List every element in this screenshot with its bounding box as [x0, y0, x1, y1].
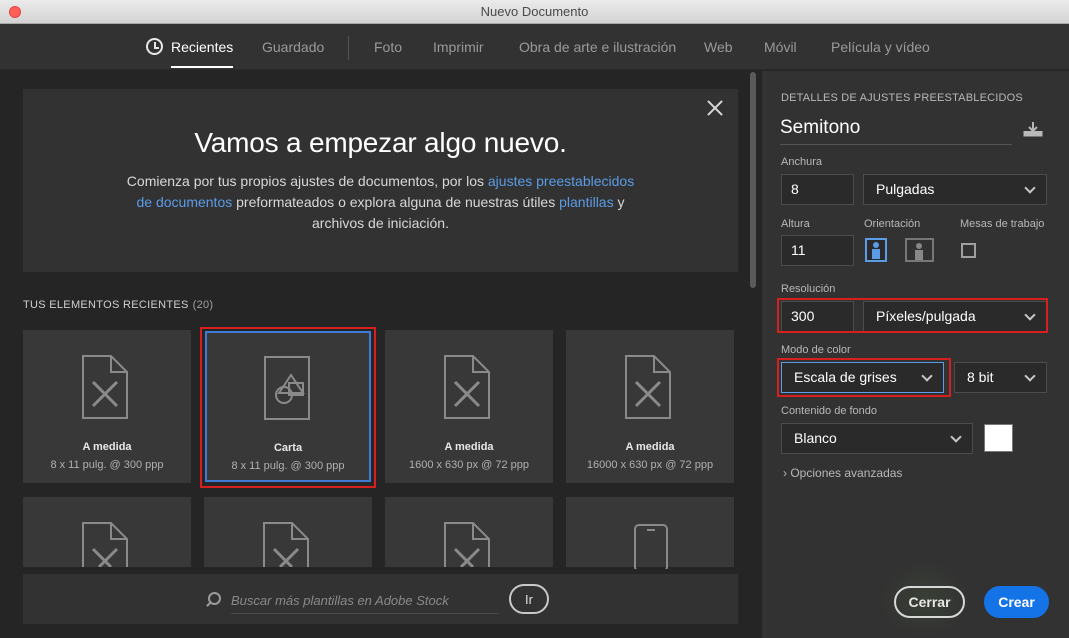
height-label: Altura — [781, 218, 810, 230]
color-mode-label: Modo de color — [781, 344, 851, 356]
item-name: A medida — [82, 441, 132, 453]
chevron-down-icon — [950, 431, 962, 443]
portrait-orientation-button[interactable] — [865, 238, 887, 262]
recent-item-a-medida[interactable]: A medida 8 x 11 pulg. @ 300 ppp — [23, 330, 191, 483]
chevron-down-icon — [1024, 309, 1036, 321]
background-label: Contenido de fondo — [781, 405, 878, 417]
tab-imprimir[interactable]: Imprimir — [433, 24, 484, 70]
scrollbar-thumb[interactable] — [750, 72, 756, 288]
stock-search-bar: Ir — [23, 574, 738, 624]
resolution-unit-select[interactable]: Píxeles/pulgada — [863, 301, 1047, 332]
landscape-icon — [915, 243, 923, 260]
width-input[interactable]: 8 — [781, 174, 854, 205]
recent-heading-label: TUS ELEMENTOS RECIENTES — [23, 299, 189, 311]
window-title: Nuevo Documento — [480, 4, 589, 19]
chevron-right-icon: › — [783, 466, 787, 480]
welcome-text-part: Comienza por tus propios ajustes de docu… — [126, 173, 488, 189]
tab-pelicula-y-video[interactable]: Película y vídeo — [831, 24, 930, 70]
item-name: A medida — [625, 441, 675, 453]
recent-item-a-medida[interactable]: A medida 1600 x 630 px @ 72 ppp — [385, 330, 553, 483]
advanced-options-label: Opciones avanzadas — [790, 466, 903, 480]
custom-document-icon — [263, 522, 309, 567]
recent-item-carta[interactable]: Carta 8 x 11 pulg. @ 300 ppp — [205, 331, 371, 482]
bit-depth-value: 8 bit — [967, 369, 994, 385]
width-label: Anchura — [781, 156, 822, 168]
recent-item[interactable] — [566, 497, 734, 569]
chevron-down-icon — [1024, 182, 1036, 194]
width-unit-value: Pulgadas — [876, 181, 935, 197]
width-unit-select[interactable]: Pulgadas — [863, 174, 1047, 205]
height-input[interactable]: 11 — [781, 235, 854, 266]
save-preset-icon[interactable] — [1023, 121, 1043, 137]
artboards-checkbox[interactable] — [961, 243, 976, 258]
create-button[interactable]: Crear — [984, 586, 1049, 618]
go-button[interactable]: Ir — [509, 584, 549, 614]
item-meta: 1600 x 630 px @ 72 ppp — [408, 459, 530, 471]
chevron-down-icon — [921, 370, 933, 382]
custom-document-icon — [444, 355, 490, 419]
advanced-options-toggle[interactable]: › Opciones avanzadas — [783, 466, 902, 480]
resolution-label: Resolución — [781, 283, 836, 295]
recent-count: (20) — [192, 299, 214, 311]
preset-details-panel: DETALLES DE AJUSTES PREESTABLECIDOS Semi… — [762, 71, 1069, 638]
color-mode-select[interactable]: Escala de grises — [781, 362, 944, 393]
item-name: A medida — [444, 441, 494, 453]
preset-name-field[interactable]: Semitono — [780, 117, 1012, 145]
title-bar: Nuevo Documento — [0, 0, 1069, 24]
panel-title: DETALLES DE AJUSTES PREESTABLECIDOS — [781, 92, 1023, 104]
clock-icon — [146, 38, 163, 55]
recent-item[interactable] — [23, 497, 191, 567]
tab-divider — [348, 36, 349, 60]
custom-document-icon — [625, 355, 671, 419]
bit-depth-select[interactable]: 8 bit — [954, 362, 1047, 393]
landscape-orientation-button[interactable] — [905, 238, 934, 262]
welcome-text-part: preformateados o explora alguna de nuest… — [232, 194, 560, 210]
portrait-icon — [872, 242, 880, 259]
background-color-swatch[interactable] — [984, 424, 1013, 452]
custom-document-icon — [82, 522, 128, 567]
item-meta: 16000 x 630 px @ 72 ppp — [586, 459, 714, 471]
resolution-unit-value: Píxeles/pulgada — [876, 308, 976, 324]
tab-recientes[interactable]: Recientes — [171, 24, 234, 70]
welcome-text: Comienza por tus propios ajustes de docu… — [118, 171, 643, 234]
shapes-document-icon — [264, 356, 310, 420]
close-button[interactable]: Cerrar — [894, 586, 965, 618]
artboards-label: Mesas de trabajo — [960, 218, 1045, 230]
tab-foto[interactable]: Foto — [374, 24, 402, 70]
recent-heading: TUS ELEMENTOS RECIENTES (20) — [23, 299, 213, 311]
tab-guardado[interactable]: Guardado — [262, 24, 324, 70]
close-icon[interactable] — [706, 99, 724, 117]
recent-item[interactable] — [385, 497, 553, 567]
mobile-device-icon — [634, 524, 668, 569]
tab-obra-de-arte[interactable]: Obra de arte e ilustración — [519, 24, 676, 70]
stock-search-input[interactable] — [231, 588, 499, 614]
welcome-heading: Vamos a empezar algo nuevo. — [194, 127, 567, 158]
recent-item-a-medida[interactable]: A medida 16000 x 630 px @ 72 ppp — [566, 330, 734, 483]
orientation-label: Orientación — [864, 218, 921, 230]
background-select[interactable]: Blanco — [781, 423, 973, 454]
item-meta: 8 x 11 pulg. @ 300 ppp — [231, 460, 345, 472]
templates-link[interactable]: plantillas — [559, 194, 613, 210]
custom-document-icon — [444, 522, 490, 567]
background-value: Blanco — [794, 430, 837, 446]
tab-web[interactable]: Web — [704, 24, 733, 70]
main-area: Vamos a empezar algo nuevo. Comienza por… — [0, 71, 762, 638]
recent-item[interactable] — [204, 497, 372, 567]
item-meta: 8 x 11 pulg. @ 300 ppp — [50, 459, 164, 471]
color-mode-value: Escala de grises — [794, 369, 897, 385]
resolution-input[interactable]: 300 — [781, 301, 854, 332]
item-name: Carta — [273, 442, 303, 454]
tab-movil[interactable]: Móvil — [764, 24, 797, 70]
custom-document-icon — [82, 355, 128, 419]
welcome-banner: Vamos a empezar algo nuevo. Comienza por… — [23, 89, 738, 272]
chevron-down-icon — [1024, 370, 1036, 382]
search-icon — [208, 592, 221, 605]
